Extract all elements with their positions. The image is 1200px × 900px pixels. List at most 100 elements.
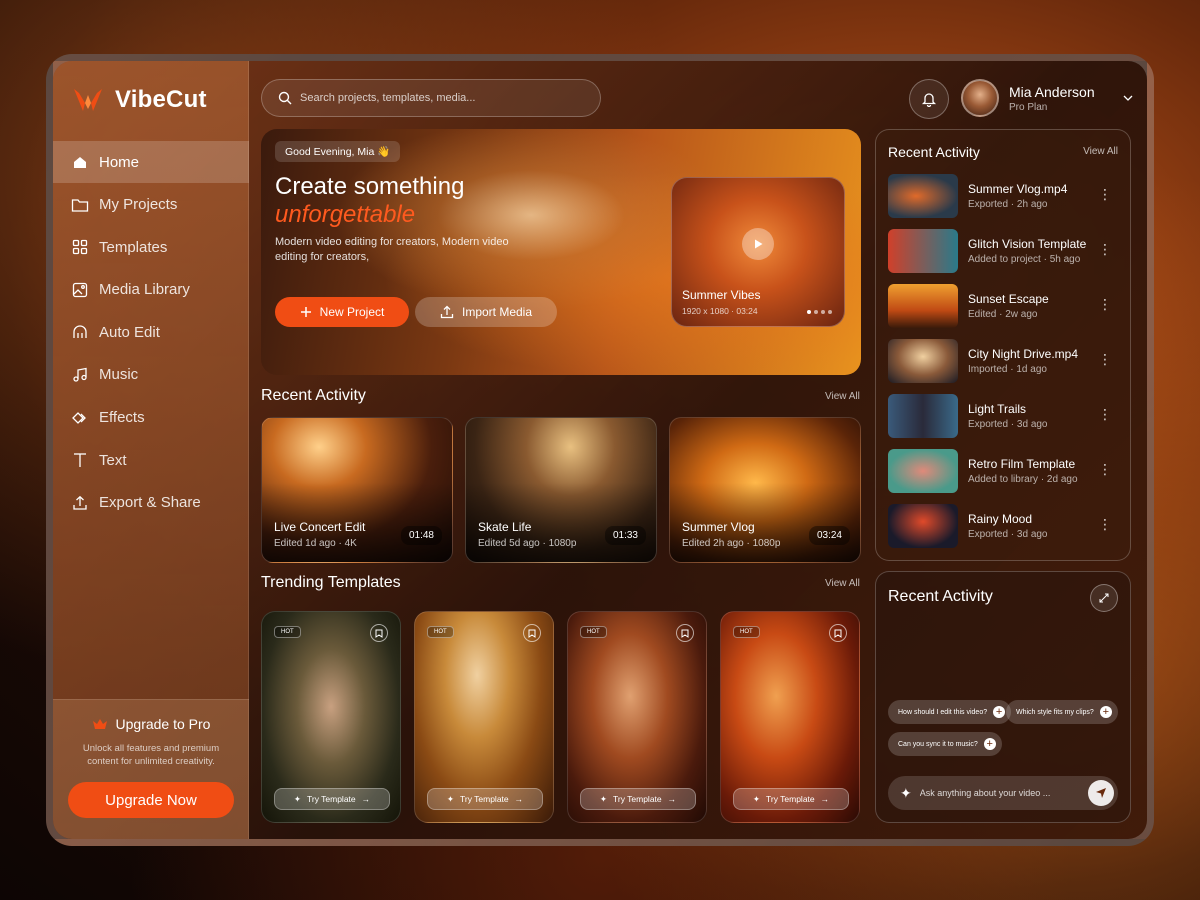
activity-item[interactable]: City Night Drive.mp4 Imported · 1d ago ⋮: [888, 337, 1118, 385]
arrow-right-icon: →: [514, 794, 524, 804]
sidebar-item-media-library[interactable]: Media Library: [53, 269, 249, 311]
effects-icon: [71, 409, 89, 427]
duration-badge: 01:33: [604, 526, 646, 545]
sidebar-item-label: Music: [99, 366, 139, 384]
featured-video-title: Summer Vibes: [682, 288, 761, 302]
import-media-button[interactable]: Import Media: [415, 297, 557, 327]
activity-thumbnail: [888, 284, 958, 328]
more-options-icon[interactable]: ⋮: [1098, 351, 1112, 368]
bookmark-icon[interactable]: [370, 624, 388, 642]
suggestion-chip-text: How should I edit this video?: [898, 708, 988, 716]
sidebar-item-text[interactable]: Text: [53, 439, 249, 481]
sidebar-item-export-share[interactable]: Export & Share: [53, 482, 249, 524]
duration-badge: 03:24: [808, 526, 850, 545]
sidebar-item-music[interactable]: Music: [53, 354, 249, 396]
activity-item[interactable]: Glitch Vision Template Added to project ·…: [888, 227, 1118, 275]
more-options-icon[interactable]: ⋮: [1098, 461, 1112, 478]
expand-button[interactable]: [1090, 584, 1118, 612]
sidebar: VibeCut Home My Projects Templates Media…: [53, 61, 249, 839]
activity-item[interactable]: Light Trails Exported · 3d ago ⋮: [888, 392, 1118, 440]
sidebar-item-my-projects[interactable]: My Projects: [53, 184, 249, 226]
recent-section-title: Recent Activity: [261, 387, 366, 404]
card-meta: Edited 1d ago · 4K: [274, 538, 357, 549]
carousel-dots[interactable]: [807, 310, 832, 314]
recent-card[interactable]: Summer Vlog Edited 2h ago · 1080p 03:24: [669, 417, 861, 563]
user-profile[interactable]: Mia Anderson Pro Plan: [961, 79, 1095, 117]
featured-video[interactable]: Summer Vibes 1920 x 1080 · 03:24: [671, 177, 845, 327]
trending-view-all-link[interactable]: View All: [825, 578, 860, 589]
activity-item[interactable]: Retro Film Template Added to library · 2d…: [888, 447, 1118, 495]
sidebar-item-label: Auto Edit: [99, 323, 160, 341]
upgrade-description: Unlock all features and premium content …: [82, 743, 220, 767]
sparkle-icon: ✦: [599, 793, 607, 804]
hot-badge: HOT: [427, 626, 454, 638]
greeting-badge: Good Evening, Mia 👋: [275, 141, 401, 162]
try-template-button[interactable]: ✦ Try Template →: [733, 788, 849, 810]
featured-video-meta: 1920 x 1080 · 03:24: [682, 306, 758, 316]
suggestion-chip[interactable]: Which style fits my clips? +: [1006, 700, 1118, 724]
app-name: VibeCut: [115, 86, 207, 113]
send-button[interactable]: [1088, 780, 1114, 806]
bookmark-icon[interactable]: [829, 624, 847, 642]
search-input[interactable]: [300, 92, 580, 104]
user-plan: Pro Plan: [1009, 101, 1048, 113]
search-bar[interactable]: [261, 79, 601, 117]
more-options-icon[interactable]: ⋮: [1098, 241, 1112, 258]
notifications-button[interactable]: [909, 79, 949, 119]
sidebar-item-auto-edit[interactable]: Auto Edit: [53, 311, 249, 353]
try-template-button[interactable]: ✦ Try Template →: [274, 788, 390, 810]
bookmark-icon[interactable]: [523, 624, 541, 642]
sidebar-item-home[interactable]: Home: [53, 141, 249, 183]
upgrade-now-button[interactable]: Upgrade Now: [68, 782, 234, 818]
new-project-label: New Project: [319, 305, 385, 319]
hero-banner: Good Evening, Mia 👋 Create something unf…: [261, 129, 861, 375]
arrow-right-icon: →: [820, 794, 830, 804]
activity-panel: Recent Activity View All Summer Vlog.mp4…: [875, 129, 1131, 561]
expand-icon: [1099, 593, 1109, 603]
card-meta: Edited 5d ago · 1080p: [478, 538, 577, 549]
more-options-icon[interactable]: ⋮: [1098, 186, 1112, 203]
suggestion-chip[interactable]: Can you sync it to music? +: [888, 732, 1002, 756]
try-template-button[interactable]: ✦ Try Template →: [580, 788, 696, 810]
hot-badge: HOT: [733, 626, 760, 638]
more-options-icon[interactable]: ⋮: [1098, 296, 1112, 313]
activity-item-meta: Imported · 1d ago: [968, 364, 1047, 375]
ask-bar[interactable]: ✦: [888, 776, 1118, 810]
activity-item-meta: Exported · 3d ago: [968, 419, 1048, 430]
plus-icon: [300, 307, 311, 317]
chevron-down-icon[interactable]: [1123, 95, 1133, 101]
recent-card[interactable]: Live Concert Edit Edited 1d ago · 4K 01:…: [261, 417, 453, 563]
template-card[interactable]: HOT ✦ Try Template →: [720, 611, 860, 823]
logo[interactable]: VibeCut: [71, 83, 207, 117]
play-button[interactable]: [742, 228, 774, 260]
folder-icon: [71, 196, 89, 214]
activity-view-all-link[interactable]: View All: [1083, 146, 1118, 157]
try-template-button[interactable]: ✦ Try Template →: [427, 788, 543, 810]
activity-item[interactable]: Rainy Mood Exported · 3d ago ⋮: [888, 502, 1118, 550]
activity-thumbnail: [888, 174, 958, 218]
activity-thumbnail: [888, 449, 958, 493]
user-name: Mia Anderson: [1009, 83, 1095, 100]
template-card[interactable]: HOT ✦ Try Template →: [567, 611, 707, 823]
activity-item-meta: Added to library · 2d ago: [968, 474, 1078, 485]
bookmark-icon[interactable]: [676, 624, 694, 642]
more-options-icon[interactable]: ⋮: [1098, 406, 1112, 423]
activity-thumbnail: [888, 504, 958, 548]
suggestion-chip[interactable]: How should I edit this video? +: [888, 700, 1012, 724]
activity-item[interactable]: Summer Vlog.mp4 Exported · 2h ago ⋮: [888, 172, 1118, 220]
template-card[interactable]: HOT ✦ Try Template →: [414, 611, 554, 823]
trending-section-title: Trending Templates: [261, 574, 401, 591]
image-icon: [71, 281, 89, 299]
ask-input[interactable]: [919, 788, 1080, 798]
sidebar-item-effects[interactable]: Effects: [53, 397, 249, 439]
more-options-icon[interactable]: ⋮: [1098, 516, 1112, 533]
new-project-button[interactable]: New Project: [275, 297, 409, 327]
home-icon: [71, 153, 89, 171]
sidebar-item-templates[interactable]: Templates: [53, 226, 249, 268]
activity-item[interactable]: Sunset Escape Edited · 2w ago ⋮: [888, 282, 1118, 330]
upgrade-panel: Upgrade to Pro Unlock all features and p…: [53, 699, 249, 839]
try-template-label: Try Template: [459, 794, 509, 804]
recent-card[interactable]: Skate Life Edited 5d ago · 1080p 01:33: [465, 417, 657, 563]
template-card[interactable]: HOT ✦ Try Template →: [261, 611, 401, 823]
recent-view-all-link[interactable]: View All: [825, 391, 860, 402]
